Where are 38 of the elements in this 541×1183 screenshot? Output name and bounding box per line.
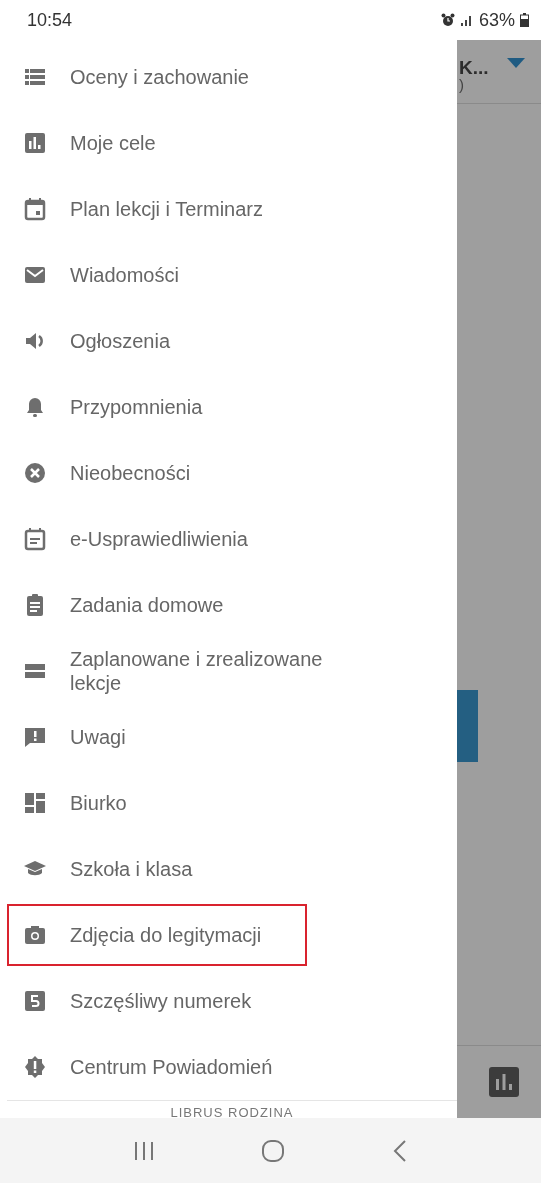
- drawer-item[interactable]: Plan lekcji i Terminarz: [7, 178, 307, 240]
- drawer-item[interactable]: Zaplanowane i zrealizowane lekcje: [7, 640, 367, 702]
- battery-percent: 63%: [478, 9, 515, 31]
- drawer-item[interactable]: Szkoła i klasa: [7, 838, 307, 900]
- drawer-item[interactable]: Oceny i zachowanie: [7, 46, 307, 108]
- number-five-icon: [23, 989, 47, 1013]
- drawer-item[interactable]: Szczęśliwy numerek: [7, 970, 307, 1032]
- background-subtitle: ): [459, 77, 465, 92]
- drawer-item[interactable]: Centrum Powiadomień: [7, 1036, 307, 1098]
- drawer-item[interactable]: Ogłoszenia: [7, 310, 307, 372]
- drawer-item[interactable]: Zadania domowe: [7, 574, 307, 636]
- calendar-icon: [23, 197, 47, 221]
- content-strip: [457, 690, 478, 762]
- battery-icon: [520, 13, 529, 27]
- bar-chart-icon: [23, 131, 47, 155]
- drawer-item[interactable]: Zdjęcia do legitymacji: [7, 904, 307, 966]
- bar-chart-icon: [489, 1067, 519, 1097]
- dropdown-triangle-icon: [507, 58, 525, 68]
- drawer-item[interactable]: Uwagi: [7, 706, 307, 768]
- signal-icon: [459, 13, 474, 27]
- grid-icon: [23, 791, 47, 815]
- status-time: 10:54: [27, 9, 73, 31]
- background-title: K...: [459, 58, 489, 77]
- back-icon[interactable]: [391, 1138, 408, 1163]
- home-icon[interactable]: [261, 1138, 286, 1163]
- drawer-item[interactable]: Biurko: [7, 772, 307, 834]
- camera-icon: [23, 923, 47, 947]
- recent-apps-icon[interactable]: [133, 1139, 156, 1162]
- calendar-note-icon: [23, 527, 47, 551]
- alarm-icon: [440, 13, 455, 27]
- drawer-item[interactable]: e-Usprawiedliwienia: [7, 508, 307, 570]
- drawer-item[interactable]: Moje cele: [7, 112, 307, 174]
- drawer-item[interactable]: Wiadomości: [7, 244, 307, 306]
- exclamation-badge-icon: [23, 1055, 47, 1079]
- cross-circle-icon: [23, 461, 47, 485]
- drawer-item[interactable]: Przypomnienia: [7, 376, 307, 438]
- drawer-item[interactable]: Nieobecności: [7, 442, 307, 504]
- exclamation-bubble-icon: [23, 725, 47, 749]
